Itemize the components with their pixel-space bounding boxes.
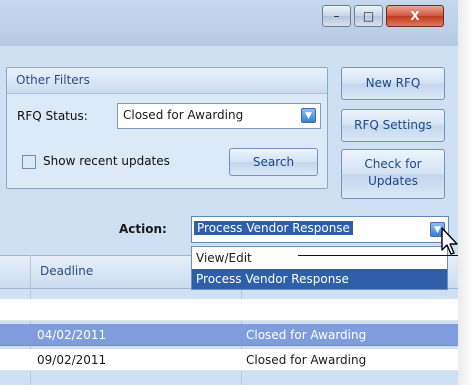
- rfq-status-label: RFQ Status:: [17, 109, 88, 123]
- deadline-cell: 04/02/2011: [37, 328, 107, 342]
- minimize-icon: –: [333, 9, 340, 23]
- new-rfq-button[interactable]: New RFQ: [341, 67, 445, 100]
- status-cell: Closed for Awarding: [246, 353, 367, 367]
- chevron-down-icon[interactable]: ▼: [301, 108, 316, 123]
- table-row[interactable]: 09/02/2011 Closed for Awarding: [0, 349, 458, 371]
- action-option-process-vendor-response[interactable]: Process Vendor Response: [192, 269, 447, 289]
- maximize-button[interactable]: □: [354, 5, 383, 27]
- action-dropdown-list: View/Edit Process Vendor Response: [191, 246, 448, 290]
- table-row-filter[interactable]: [0, 299, 458, 321]
- table-row[interactable]: 04/02/2011 Closed for Awarding: [0, 324, 458, 346]
- mouse-pointer-icon: [441, 227, 458, 255]
- action-selected-value: Process Vendor Response: [194, 221, 353, 235]
- show-recent-updates-checkbox[interactable]: [22, 155, 36, 169]
- status-cell: Closed for Awarding: [246, 328, 367, 342]
- close-button[interactable]: X: [386, 5, 444, 27]
- minimize-button[interactable]: –: [322, 5, 351, 27]
- rfq-status-select[interactable]: Closed for Awarding ▼: [117, 103, 321, 129]
- rfq-status-value: Closed for Awarding: [123, 108, 244, 122]
- action-option-view-edit[interactable]: View/Edit: [192, 248, 447, 268]
- rfq-settings-button[interactable]: RFQ Settings: [341, 109, 445, 142]
- action-label: Action:: [119, 222, 167, 236]
- check-for-updates-line2: Updates: [368, 174, 418, 188]
- window-edge-shadow: [458, 0, 473, 385]
- check-for-updates-button[interactable]: Check for Updates: [341, 149, 445, 199]
- callout-line: [298, 255, 458, 256]
- search-button[interactable]: Search: [229, 148, 318, 176]
- column-header-deadline[interactable]: Deadline: [40, 264, 93, 278]
- show-recent-updates-label: Show recent updates: [43, 154, 170, 168]
- deadline-cell: 09/02/2011: [37, 353, 107, 367]
- action-select[interactable]: Process Vendor Response ▼: [191, 216, 449, 243]
- close-icon: X: [410, 9, 420, 23]
- other-filters-title: Other Filters: [16, 73, 90, 87]
- check-for-updates-line1: Check for: [364, 157, 422, 171]
- maximize-icon: □: [362, 9, 375, 23]
